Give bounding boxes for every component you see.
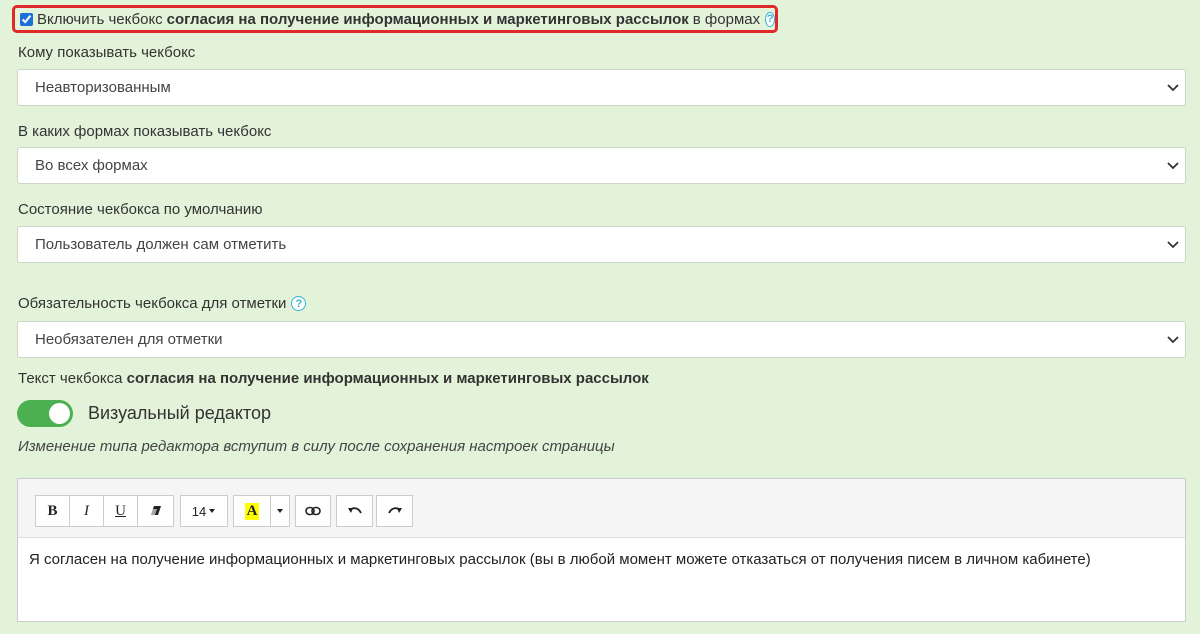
required-select[interactable]: Необязателен для отметки — [17, 321, 1186, 358]
rich-text-editor: B I U 14 A Я согласен на получение инфор… — [17, 478, 1186, 622]
chevron-down-icon — [1167, 241, 1179, 249]
caret-down-icon — [277, 509, 283, 513]
bold-label: B — [47, 502, 58, 519]
enable-consent-checkbox-row: Включить чекбокс согласия на получение и… — [12, 5, 778, 33]
highlight-color-dropdown[interactable] — [270, 495, 290, 527]
undo-button[interactable] — [336, 495, 373, 527]
chevron-down-icon — [1167, 162, 1179, 170]
forms-select-value: Во всех формах — [35, 157, 148, 174]
default-state-select-value: Пользователь должен сам отметить — [35, 236, 287, 253]
italic-button[interactable]: I — [69, 495, 104, 527]
forms-label: В каких формах показывать чекбокс — [18, 123, 272, 140]
who-label: Кому показывать чекбокс — [18, 44, 196, 61]
visual-editor-toggle[interactable] — [17, 400, 73, 427]
font-size-dropdown[interactable]: 14 — [180, 495, 228, 527]
editor-toolbar: B I U 14 A — [18, 479, 1185, 538]
underline-label: U — [115, 502, 126, 519]
chevron-down-icon — [1167, 84, 1179, 92]
who-select[interactable]: Неавторизованным — [17, 69, 1186, 106]
redo-button[interactable] — [376, 495, 413, 527]
help-icon[interactable]: ? — [291, 296, 307, 311]
link-button[interactable] — [295, 495, 331, 527]
toggle-knob — [49, 403, 70, 424]
enable-consent-suffix: в формах — [692, 10, 761, 28]
who-select-value: Неавторизованным — [35, 79, 171, 96]
default-state-label: Состояние чекбокса по умолчанию — [18, 201, 263, 218]
checkbox-text-heading: Текст чекбокса согласия на получение инф… — [18, 370, 649, 387]
bold-button[interactable]: B — [35, 495, 70, 527]
clear-format-button[interactable] — [137, 495, 174, 527]
enable-consent-checkbox[interactable] — [20, 12, 33, 26]
underline-button[interactable]: U — [103, 495, 138, 527]
highlight-label: A — [244, 502, 260, 520]
eraser-icon — [150, 506, 161, 515]
redo-icon — [387, 507, 402, 514]
caret-down-icon — [209, 509, 216, 513]
editor-content[interactable]: Я согласен на получение информационных и… — [29, 551, 1091, 568]
checkbox-text-prefix: Текст чекбокса — [18, 370, 123, 387]
forms-select[interactable]: Во всех формах — [17, 147, 1186, 184]
help-icon[interactable]: ? — [765, 11, 775, 27]
visual-editor-label: Визуальный редактор — [88, 403, 272, 423]
checkbox-text-bold: согласия на получение информационных и м… — [126, 370, 649, 387]
required-label-row: Обязательность чекбокса для отметки ? — [18, 295, 307, 312]
default-state-select[interactable]: Пользователь должен сам отметить — [17, 226, 1186, 263]
undo-icon — [347, 507, 362, 514]
highlight-color-button[interactable]: A — [233, 495, 271, 527]
font-size-value: 14 — [191, 503, 207, 519]
link-icon — [305, 506, 321, 516]
required-select-value: Необязателен для отметки — [35, 331, 223, 348]
chevron-down-icon — [1167, 336, 1179, 344]
italic-label: I — [84, 502, 89, 519]
enable-consent-bold: согласия на получение информационных и м… — [166, 10, 689, 28]
enable-consent-prefix: Включить чекбокс — [37, 10, 163, 28]
required-label: Обязательность чекбокса для отметки — [18, 295, 287, 312]
editor-change-note: Изменение типа редактора вступит в силу … — [18, 438, 615, 455]
